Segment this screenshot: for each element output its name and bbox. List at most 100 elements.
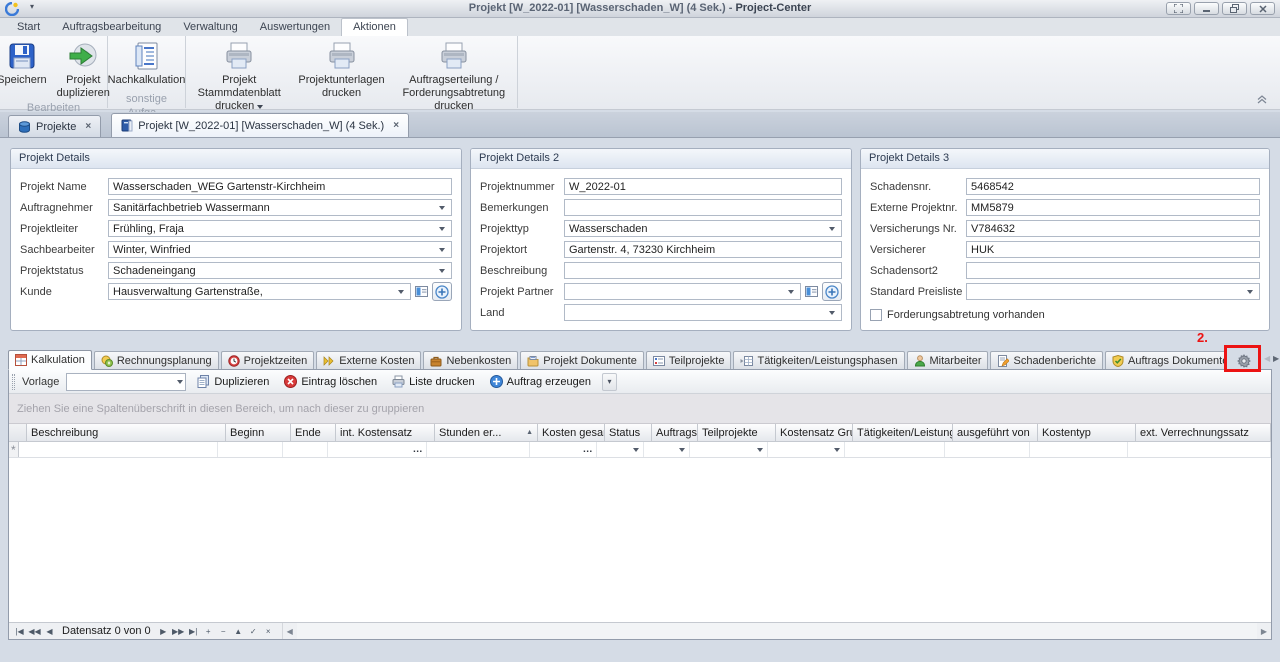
grid-new-row[interactable]: * … … bbox=[9, 442, 1271, 458]
standard-preisliste-select[interactable] bbox=[966, 283, 1260, 300]
projektunterlagen-drucken-button[interactable]: Projektunterlagen drucken bbox=[294, 39, 388, 101]
close-tab-icon[interactable]: × bbox=[393, 120, 399, 131]
nav-delete-button[interactable]: − bbox=[216, 627, 231, 636]
nav-edit-button[interactable]: ▲ bbox=[231, 627, 246, 636]
column-header-status[interactable]: Status bbox=[605, 424, 652, 441]
ellipsis-editor-icon[interactable]: … bbox=[413, 444, 424, 455]
new-row-cell[interactable] bbox=[218, 442, 283, 457]
new-row-cell[interactable] bbox=[644, 442, 690, 457]
tab-schadenberichte[interactable]: Schadenberichte bbox=[990, 351, 1103, 370]
projektstatus-select[interactable]: Schadeneingang bbox=[108, 262, 452, 279]
new-row-cell[interactable]: … bbox=[328, 442, 427, 457]
dropdown-arrow-icon[interactable] bbox=[755, 442, 765, 457]
bemerkungen-field[interactable] bbox=[564, 199, 842, 216]
projektort-field[interactable]: Gartenstr. 4, 73230 Kirchheim bbox=[564, 241, 842, 258]
add-kunde-button[interactable] bbox=[432, 282, 452, 301]
ribbon-tab-verwaltung[interactable]: Verwaltung bbox=[172, 19, 248, 36]
nav-last-button[interactable]: ▶| bbox=[186, 627, 201, 636]
open-contact-card-icon[interactable] bbox=[414, 286, 429, 297]
schadensnr-field[interactable]: 5468542 bbox=[966, 178, 1260, 195]
column-header-teilprojekte[interactable]: Teilprojekte bbox=[698, 424, 776, 441]
externe-projektnr-field[interactable]: MM5879 bbox=[966, 199, 1260, 216]
beschreibung-field[interactable] bbox=[564, 262, 842, 279]
new-row-cell[interactable] bbox=[1030, 442, 1128, 457]
add-projekt-partner-button[interactable] bbox=[822, 282, 842, 301]
tab-scroll-next-icon[interactable]: ▶ bbox=[1273, 354, 1279, 363]
projektleiter-select[interactable]: Frühling, Fraja bbox=[108, 220, 452, 237]
column-header-kostensatz-gruppe[interactable]: Kostensatz Grup... bbox=[776, 424, 853, 441]
dropdown-arrow-icon[interactable] bbox=[827, 305, 837, 320]
vorlage-combobox[interactable] bbox=[66, 373, 186, 391]
column-header-beginn[interactable]: Beginn bbox=[226, 424, 291, 441]
column-header-kostentyp[interactable]: Kostentyp bbox=[1038, 424, 1136, 441]
auftragserteilung-drucken-button[interactable]: Auftragserteilung / Forderungsabtretung … bbox=[391, 39, 517, 114]
nav-cancel-button[interactable]: × bbox=[261, 627, 276, 636]
new-row-cell[interactable] bbox=[427, 442, 530, 457]
column-header-ext-verrechnungssatz[interactable]: ext. Verrechnungssatz bbox=[1136, 424, 1271, 441]
ribbon-tab-auswertungen[interactable]: Auswertungen bbox=[249, 19, 341, 36]
horizontal-scrollbar[interactable]: ◀ ▶ bbox=[282, 623, 1271, 639]
column-header-stunden[interactable]: Stunden er...▲ bbox=[435, 424, 538, 441]
nav-first-button[interactable]: |◀ bbox=[12, 627, 27, 636]
ribbon-tab-aktionen[interactable]: Aktionen bbox=[341, 18, 408, 36]
new-row-cell[interactable] bbox=[283, 442, 328, 457]
projekt-partner-lookup[interactable] bbox=[564, 283, 801, 300]
column-header-taetigkeiten[interactable]: Tätigkeiten/Leistung... bbox=[853, 424, 953, 441]
nav-next-page-button[interactable]: ▶▶ bbox=[171, 627, 186, 636]
tab-teilprojekte[interactable]: Teilprojekte bbox=[646, 351, 732, 370]
ellipsis-editor-icon[interactable]: … bbox=[583, 444, 594, 455]
close-tab-icon[interactable]: × bbox=[85, 121, 91, 132]
nav-append-button[interactable]: + bbox=[201, 627, 216, 636]
scroll-right-icon[interactable]: ▶ bbox=[1257, 627, 1271, 636]
dropdown-arrow-icon[interactable] bbox=[437, 200, 447, 215]
new-row-cell[interactable] bbox=[597, 442, 644, 457]
toolbar-overflow-icon[interactable]: ▾ bbox=[602, 373, 617, 391]
duplizieren-button[interactable]: Duplizieren bbox=[193, 374, 273, 389]
forderungsabtretung-checkbox[interactable] bbox=[870, 309, 882, 321]
projektnummer-field[interactable]: W_2022-01 bbox=[564, 178, 842, 195]
open-contact-card-icon[interactable] bbox=[804, 286, 819, 297]
close-button[interactable] bbox=[1250, 2, 1275, 15]
fullscreen-button[interactable] bbox=[1166, 2, 1191, 15]
column-header-ausgefuehrt-von[interactable]: ausgeführt von bbox=[953, 424, 1038, 441]
dropdown-arrow-icon[interactable] bbox=[175, 374, 185, 390]
tab-taetigkeiten-leistungsphasen[interactable]: Tätigkeiten/Leistungsphasen bbox=[733, 351, 904, 370]
tab-projekt-dokumente[interactable]: Projekt Dokumente bbox=[520, 351, 644, 370]
ribbon-tab-auftragsbearbeitung[interactable]: Auftragsbearbeitung bbox=[51, 19, 172, 36]
new-row-cell[interactable] bbox=[945, 442, 1030, 457]
dropdown-arrow-icon[interactable] bbox=[786, 284, 796, 299]
versicherungs-nr-field[interactable]: V784632 bbox=[966, 220, 1260, 237]
dropdown-arrow-icon[interactable] bbox=[1245, 284, 1255, 299]
column-header-kosten-gesamt[interactable]: Kosten gesamt bbox=[538, 424, 605, 441]
tab-scroll-prev-icon[interactable]: ◀ bbox=[1264, 354, 1270, 363]
dropdown-arrow-icon[interactable] bbox=[832, 442, 842, 457]
dropdown-arrow-icon[interactable] bbox=[437, 263, 447, 278]
nachkalkulation-button[interactable]: Nachkalkulation bbox=[104, 39, 190, 88]
column-header-beschreibung[interactable]: Beschreibung bbox=[27, 424, 226, 441]
dropdown-arrow-icon[interactable] bbox=[631, 442, 641, 457]
nav-prev-page-button[interactable]: ◀◀ bbox=[27, 627, 42, 636]
toolbar-grip[interactable] bbox=[12, 374, 15, 390]
tab-externe-kosten[interactable]: Externe Kosten bbox=[316, 351, 421, 370]
tab-mitarbeiter[interactable]: Mitarbeiter bbox=[907, 351, 989, 370]
tab-projektzeiten[interactable]: Projektzeiten bbox=[221, 351, 315, 370]
scroll-left-icon[interactable]: ◀ bbox=[283, 627, 297, 636]
kunde-lookup[interactable]: Hausverwaltung Gartenstraße, bbox=[108, 283, 411, 300]
stammdatenblatt-drucken-button[interactable]: Projekt Stammdatenblatt drucken bbox=[186, 39, 292, 114]
minimize-button[interactable] bbox=[1194, 2, 1219, 15]
new-row-cell[interactable] bbox=[690, 442, 768, 457]
tab-nebenkosten[interactable]: Nebenkosten bbox=[423, 351, 518, 370]
dropdown-arrow-icon[interactable] bbox=[437, 221, 447, 236]
dropdown-arrow-icon[interactable] bbox=[396, 284, 406, 299]
doc-tab-projekte[interactable]: Projekte × bbox=[8, 115, 101, 137]
tab-rechnungsplanung[interactable]: Rechnungsplanung bbox=[94, 351, 219, 370]
sachbearbeiter-select[interactable]: Winter, Winfried bbox=[108, 241, 452, 258]
collapse-ribbon-icon[interactable] bbox=[1256, 95, 1268, 104]
liste-drucken-button[interactable]: Liste drucken bbox=[388, 374, 478, 389]
auftragnehmer-select[interactable]: Sanitärfachbetrieb Wassermann bbox=[108, 199, 452, 216]
versicherer-field[interactable]: HUK bbox=[966, 241, 1260, 258]
group-by-panel[interactable]: Ziehen Sie eine Spaltenüberschrift in di… bbox=[9, 394, 1271, 424]
new-row-cell[interactable] bbox=[19, 442, 218, 457]
land-select[interactable] bbox=[564, 304, 842, 321]
column-header-int-kostensatz[interactable]: int. Kostensatz bbox=[336, 424, 435, 441]
